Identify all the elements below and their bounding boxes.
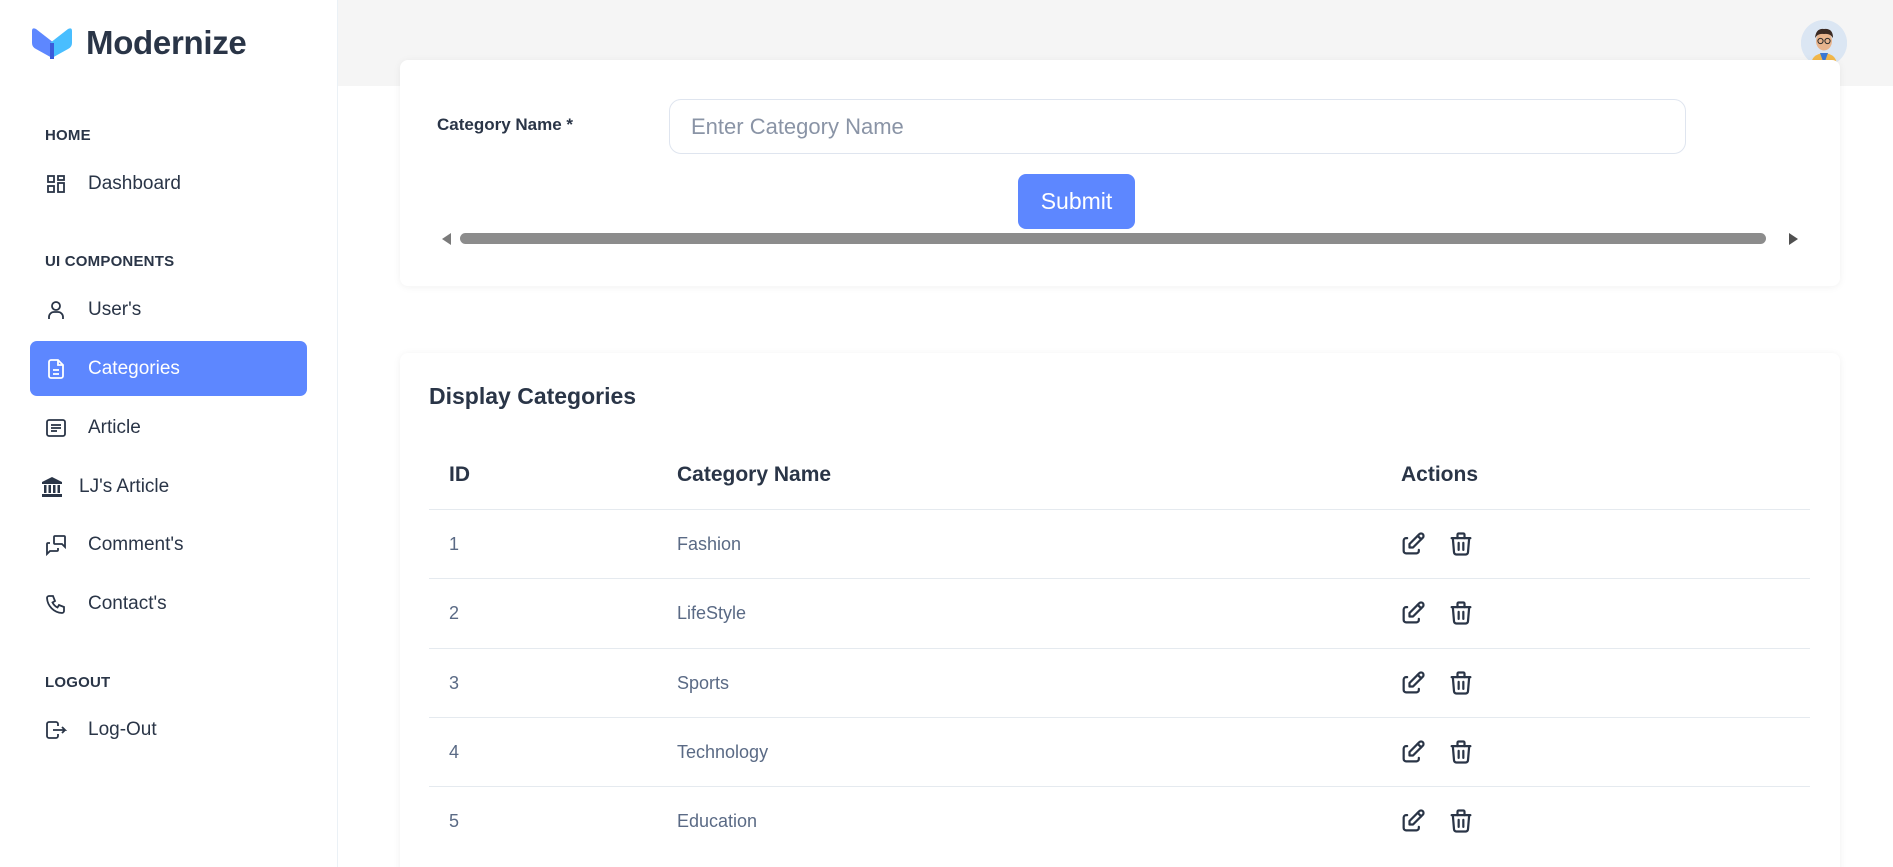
dashboard-icon <box>43 171 69 197</box>
cell-id: 5 <box>449 811 460 832</box>
sidebar-item-label: Dashboard <box>88 172 181 194</box>
phone-icon <box>43 591 69 617</box>
table-row: 2 LifeStyle <box>429 578 1810 647</box>
table-row: 1 Fashion <box>429 509 1810 578</box>
cell-category-name: Sports <box>677 672 730 693</box>
sidebar-item-contacts[interactable]: Contact's <box>30 576 307 631</box>
sidebar-item-comments[interactable]: Comment's <box>30 517 307 572</box>
cell-id: 2 <box>449 603 460 624</box>
cell-id: 4 <box>449 741 460 762</box>
trash-icon[interactable] <box>1447 530 1475 558</box>
cell-category-name: LifeStyle <box>677 603 747 624</box>
section-ui-components: UI COMPONENTS <box>45 253 175 270</box>
scrollbar-thumb[interactable] <box>460 233 1766 244</box>
brand-name: Modernize <box>86 24 247 61</box>
brand[interactable]: Modernize <box>30 24 247 62</box>
sidebar-item-dashboard[interactable]: Dashboard <box>30 156 307 211</box>
sidebar-item-categories[interactable]: Categories <box>30 341 307 396</box>
column-header-actions: Actions <box>1401 463 1479 486</box>
cell-id: 3 <box>449 672 460 693</box>
edit-icon[interactable] <box>1399 669 1427 697</box>
file-text-icon <box>43 356 69 382</box>
trash-icon[interactable] <box>1447 738 1475 766</box>
sidebar-item-label: Comment's <box>88 533 184 555</box>
sidebar: Modernize HOME Dashboard UI COMPONENTS U… <box>0 0 338 867</box>
category-form-card <box>400 60 1840 286</box>
section-logout: LOGOUT <box>45 674 111 691</box>
sidebar-item-logout[interactable]: Log-Out <box>30 702 307 757</box>
column-header-category-name: Category Name <box>677 463 832 486</box>
edit-icon[interactable] <box>1399 599 1427 627</box>
user-icon <box>43 297 69 323</box>
sidebar-item-label: Log-Out <box>88 718 157 740</box>
cell-category-name: Technology <box>677 741 769 762</box>
table-row: 5 Education <box>429 786 1810 855</box>
scroll-right-arrow-icon[interactable] <box>1789 233 1798 245</box>
sidebar-item-label: Contact's <box>88 592 167 614</box>
sidebar-item-users[interactable]: User's <box>30 282 307 337</box>
cell-category-name: Fashion <box>677 534 742 554</box>
trash-icon[interactable] <box>1447 669 1475 697</box>
edit-icon[interactable] <box>1399 530 1427 558</box>
section-home: HOME <box>45 127 91 144</box>
edit-icon[interactable] <box>1399 738 1427 766</box>
sidebar-item-ljs-article[interactable]: LJ's Article <box>30 459 307 514</box>
sidebar-item-label: LJ's Article <box>79 475 170 497</box>
sidebar-item-label: Article <box>88 416 141 438</box>
column-header-id: ID <box>449 463 470 486</box>
cell-category-name: Education <box>677 811 758 832</box>
table-title: Display Categories <box>429 383 637 409</box>
sidebar-item-article[interactable]: Article <box>30 400 307 455</box>
trash-icon[interactable] <box>1447 599 1475 627</box>
table-row: 3 Sports <box>429 647 1810 717</box>
bank-icon <box>39 474 65 500</box>
article-icon <box>43 415 69 441</box>
sidebar-item-label: User's <box>88 298 142 320</box>
logout-icon <box>43 717 69 743</box>
table-row: 4 Technology <box>429 716 1810 786</box>
category-name-input[interactable] <box>669 99 1686 154</box>
scroll-left-arrow-icon[interactable] <box>442 233 451 245</box>
trash-icon[interactable] <box>1447 807 1475 835</box>
horizontal-scrollbar[interactable] <box>440 230 1800 247</box>
messages-icon <box>43 532 69 558</box>
sidebar-item-label: Categories <box>88 357 180 379</box>
edit-icon[interactable] <box>1399 807 1427 835</box>
modernize-logo-icon <box>32 28 72 59</box>
submit-button[interactable]: Submit <box>1018 174 1135 229</box>
cell-id: 1 <box>449 534 460 554</box>
category-name-label: Category Name * <box>437 115 574 134</box>
